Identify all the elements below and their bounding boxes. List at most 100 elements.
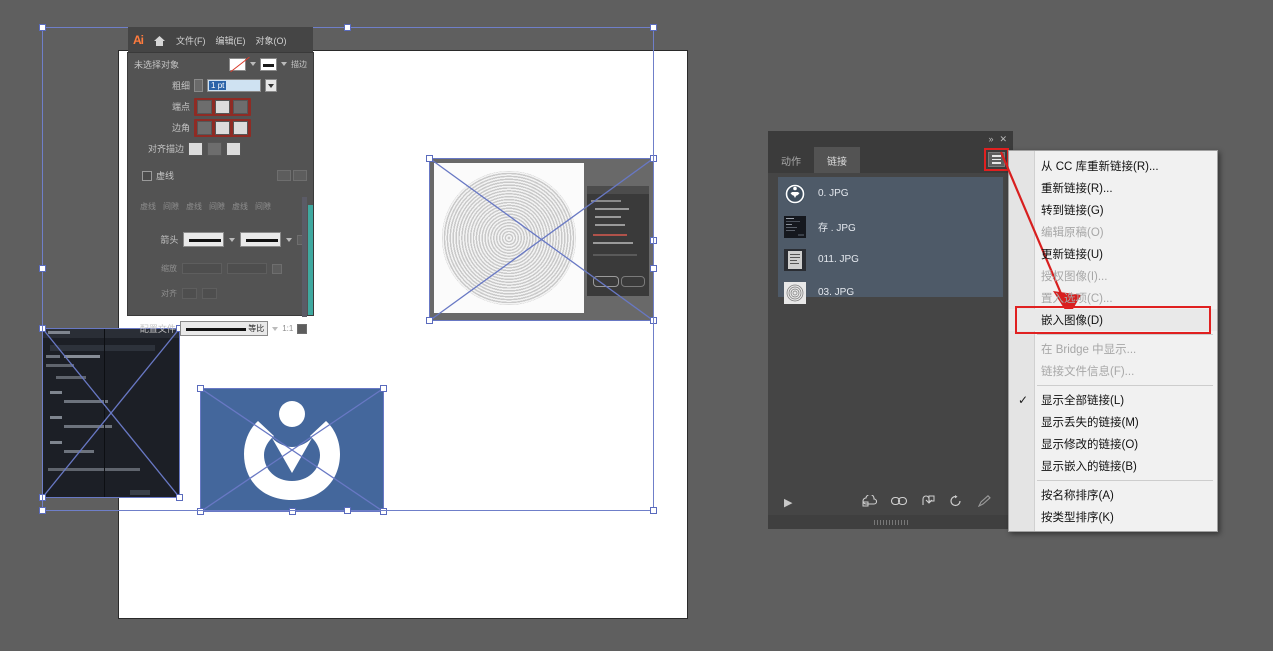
menu-item-sort-by-type[interactable]: 按类型排序(K) [1009, 506, 1217, 528]
selection-handle[interactable] [39, 265, 46, 272]
scale-link-button[interactable] [272, 263, 282, 274]
circle-logo-thumb [784, 183, 806, 205]
corner-miter-button[interactable] [197, 120, 213, 135]
embed-image-highlight [1015, 306, 1211, 334]
menu-item-show-modified-links[interactable]: 显示修改的链接(O) [1009, 433, 1217, 455]
dashed-label: 虚线 [156, 171, 175, 181]
scale-end-input[interactable] [227, 263, 267, 274]
selection-handle[interactable] [650, 507, 657, 514]
menu-separator [1037, 385, 1213, 386]
menu-item-goto-link[interactable]: 转到链接(G) [1009, 199, 1217, 221]
menu-item-link-file-info: 链接文件信息(F)... [1009, 360, 1217, 382]
cap-round-button[interactable] [215, 99, 231, 114]
pattern-thumb [784, 281, 806, 304]
corner-round-button[interactable] [215, 120, 231, 135]
menu-item-label: 显示修改的链接(O) [1041, 439, 1139, 451]
chevron-down-icon[interactable] [286, 237, 293, 242]
menu-separator [1037, 480, 1213, 481]
fill-none-swatch[interactable] [229, 57, 246, 71]
menu-item-label: 在 Bridge 中显示... [1041, 344, 1137, 356]
home-icon[interactable] [153, 34, 166, 46]
dash-align-button[interactable] [277, 170, 291, 181]
menu-file[interactable]: 文件(F) [176, 34, 206, 47]
cc-library-icon[interactable] [862, 493, 878, 510]
arrow-end-select[interactable] [240, 232, 282, 247]
list-item-label: 0. JPG [818, 188, 849, 199]
profile-select[interactable]: 等比 [179, 321, 269, 336]
tab-actions[interactable]: 动作 [768, 147, 814, 173]
chevron-down-icon[interactable] [281, 62, 287, 66]
panel-menu-highlight [984, 148, 1009, 171]
menu-object[interactable]: 对象(O) [256, 34, 287, 47]
list-item-label: 存 . JPG [818, 223, 856, 234]
tab-links[interactable]: 链接 [814, 147, 860, 173]
profile-flip-button[interactable] [297, 323, 307, 334]
menu-item-show-missing-links[interactable]: 显示丢失的链接(M) [1009, 411, 1217, 433]
menu-bar: Ai 文件(F) 编辑(E) 对象(O) [128, 27, 313, 53]
weight-dropdown[interactable] [265, 79, 278, 92]
chevron-down-icon[interactable] [272, 326, 279, 331]
menu-separator [1037, 334, 1213, 335]
weight-input[interactable]: 1 pt [207, 79, 262, 92]
relink-icon[interactable] [890, 496, 908, 509]
goto-link-icon[interactable] [921, 495, 935, 510]
links-list[interactable]: 0. JPG 存 . JPG 011. JPG 03. JPG [778, 177, 1003, 304]
menu-item-relink[interactable]: 重新链接(R)... [1009, 177, 1217, 199]
menu-item-label: 按类型排序(K) [1041, 512, 1114, 524]
corner-bevel-button[interactable] [233, 120, 249, 135]
menu-item-label: 显示全部链接(L) [1041, 395, 1125, 407]
selection-handle[interactable] [650, 265, 657, 272]
collapse-icon[interactable]: » [988, 134, 993, 144]
arrow-start-select[interactable] [183, 232, 225, 247]
document-thumb [784, 248, 806, 271]
dash-align-button[interactable] [293, 170, 307, 181]
menu-item-relink-from-cc[interactable]: 从 CC 库重新链接(R)... [1009, 155, 1217, 177]
play-icon[interactable]: ▶ [784, 496, 792, 509]
weight-stepper[interactable] [194, 79, 204, 92]
list-item[interactable]: 03. JPG [778, 276, 1003, 309]
profile-label: 配置文件 [139, 324, 176, 334]
dash-field-label: 间隙 [163, 202, 179, 211]
menu-item-edit-original: 编辑原稿(O) [1009, 221, 1217, 243]
scale-start-input[interactable] [182, 263, 222, 274]
dash-field-label: 虚线 [186, 202, 202, 211]
cap-projecting-button[interactable] [233, 99, 249, 114]
list-item[interactable]: 存 . JPG [778, 210, 1003, 243]
align-inside-button[interactable] [207, 141, 223, 156]
menu-item-label: 链接文件信息(F)... [1041, 366, 1135, 378]
menu-item-label: 显示嵌入的链接(B) [1041, 461, 1137, 473]
menu-item-update-link[interactable]: 更新链接(U) [1009, 243, 1217, 265]
arrow-align-tip-button[interactable] [202, 288, 217, 299]
profile-ratio: 1:1 [282, 324, 294, 333]
selection-handle[interactable] [344, 507, 351, 514]
arrow-align-extend-button[interactable] [182, 288, 197, 299]
menu-item-label: 按名称排序(A) [1041, 490, 1114, 502]
teal-accent-strip [308, 205, 313, 315]
update-link-icon[interactable] [949, 494, 962, 510]
panel-titlebar: » ✕ [768, 131, 1013, 147]
selection-handle[interactable] [650, 24, 657, 31]
chevron-down-icon[interactable] [250, 62, 256, 66]
menu-edit[interactable]: 编辑(E) [216, 34, 246, 47]
menu-item-sort-by-name[interactable]: 按名称排序(A) [1009, 484, 1217, 506]
chevron-down-icon[interactable] [229, 237, 236, 242]
menu-item-reveal-in-bridge: 在 Bridge 中显示... [1009, 338, 1217, 360]
selection-handle[interactable] [39, 507, 46, 514]
panel-resize-grip[interactable] [768, 515, 1013, 529]
stroke-swatch[interactable] [260, 57, 277, 71]
edit-original-icon[interactable] [977, 494, 991, 510]
list-item[interactable]: 011. JPG [778, 243, 1003, 276]
selection-handle[interactable] [344, 24, 351, 31]
align-center-button[interactable] [188, 141, 204, 156]
selection-handle[interactable] [39, 24, 46, 31]
menu-item-label: 从 CC 库重新链接(R)... [1041, 161, 1159, 173]
close-icon[interactable]: ✕ [999, 134, 1007, 145]
list-item[interactable]: 0. JPG [778, 177, 1003, 210]
menu-item-label: 显示丢失的链接(M) [1041, 417, 1139, 429]
menu-item-show-embedded-links[interactable]: 显示嵌入的链接(B) [1009, 455, 1217, 477]
menu-item-show-all-links[interactable]: ✓ 显示全部链接(L) [1009, 389, 1217, 411]
checkmark-icon: ✓ [1018, 393, 1029, 407]
dashed-checkbox[interactable] [142, 170, 152, 181]
align-outside-button[interactable] [226, 141, 242, 156]
cap-butt-button[interactable] [197, 99, 213, 114]
